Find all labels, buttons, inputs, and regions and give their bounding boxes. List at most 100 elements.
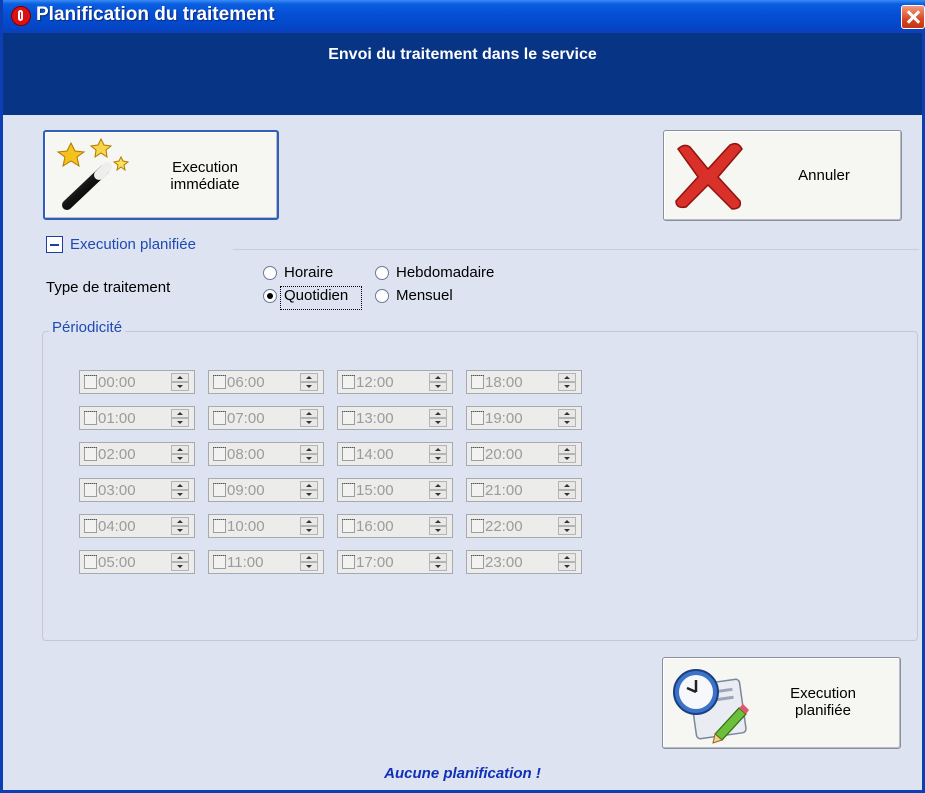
- spin-up-icon[interactable]: [558, 481, 576, 490]
- spin-down-icon[interactable]: [429, 418, 447, 427]
- time-spinner[interactable]: 20:00: [466, 442, 582, 466]
- spin-down-icon[interactable]: [300, 526, 318, 535]
- spin-up-icon[interactable]: [429, 481, 447, 490]
- spin-up-icon[interactable]: [429, 517, 447, 526]
- radio-horaire[interactable]: [263, 266, 277, 280]
- spin-up-icon[interactable]: [300, 553, 318, 562]
- spin-down-icon[interactable]: [300, 382, 318, 391]
- spin-down-icon[interactable]: [171, 418, 189, 427]
- spin-up-icon[interactable]: [171, 373, 189, 382]
- time-spinner[interactable]: 04:00: [79, 514, 195, 538]
- spin-down-icon[interactable]: [300, 490, 318, 499]
- time-spinner[interactable]: 08:00: [208, 442, 324, 466]
- time-spinner[interactable]: 02:00: [79, 442, 195, 466]
- time-spinner[interactable]: 15:00: [337, 478, 453, 502]
- title-bar[interactable]: Planification du traitement: [3, 0, 925, 33]
- time-checkbox[interactable]: [471, 411, 484, 425]
- spin-down-icon[interactable]: [300, 418, 318, 427]
- time-spinner[interactable]: 03:00: [79, 478, 195, 502]
- spin-up-icon[interactable]: [300, 481, 318, 490]
- spin-up-icon[interactable]: [171, 553, 189, 562]
- spin-down-icon[interactable]: [429, 526, 447, 535]
- time-checkbox[interactable]: [84, 411, 97, 425]
- time-spinner[interactable]: 17:00: [337, 550, 453, 574]
- time-spinner[interactable]: 18:00: [466, 370, 582, 394]
- time-spinner[interactable]: 13:00: [337, 406, 453, 430]
- time-checkbox[interactable]: [342, 447, 355, 461]
- time-checkbox[interactable]: [213, 447, 226, 461]
- time-checkbox[interactable]: [213, 411, 226, 425]
- close-button[interactable]: [901, 5, 925, 29]
- time-checkbox[interactable]: [84, 555, 97, 569]
- spin-up-icon[interactable]: [171, 445, 189, 454]
- spin-down-icon[interactable]: [429, 562, 447, 571]
- time-checkbox[interactable]: [213, 555, 226, 569]
- time-checkbox[interactable]: [342, 483, 355, 497]
- time-checkbox[interactable]: [342, 555, 355, 569]
- spin-up-icon[interactable]: [429, 409, 447, 418]
- collapse-toggle[interactable]: [46, 236, 63, 253]
- time-spinner[interactable]: 23:00: [466, 550, 582, 574]
- time-checkbox[interactable]: [342, 519, 355, 533]
- radio-quotidien[interactable]: [263, 289, 277, 303]
- spin-up-icon[interactable]: [558, 445, 576, 454]
- cancel-button[interactable]: Annuler: [663, 130, 902, 221]
- spin-up-icon[interactable]: [558, 373, 576, 382]
- time-checkbox[interactable]: [84, 519, 97, 533]
- spin-down-icon[interactable]: [558, 526, 576, 535]
- spin-down-icon[interactable]: [558, 454, 576, 463]
- spin-down-icon[interactable]: [171, 490, 189, 499]
- spin-down-icon[interactable]: [300, 562, 318, 571]
- time-checkbox[interactable]: [84, 375, 97, 389]
- spin-down-icon[interactable]: [300, 454, 318, 463]
- spin-down-icon[interactable]: [558, 490, 576, 499]
- time-checkbox[interactable]: [342, 375, 355, 389]
- spin-down-icon[interactable]: [429, 382, 447, 391]
- time-checkbox[interactable]: [342, 411, 355, 425]
- execute-now-button[interactable]: Execution immédiate: [43, 130, 279, 220]
- time-spinner[interactable]: 16:00: [337, 514, 453, 538]
- spin-up-icon[interactable]: [558, 517, 576, 526]
- spin-down-icon[interactable]: [171, 382, 189, 391]
- time-spinner[interactable]: 09:00: [208, 478, 324, 502]
- spin-down-icon[interactable]: [429, 454, 447, 463]
- time-spinner[interactable]: 21:00: [466, 478, 582, 502]
- radio-hebdomadaire[interactable]: [375, 266, 389, 280]
- spin-up-icon[interactable]: [429, 373, 447, 382]
- time-spinner[interactable]: 01:00: [79, 406, 195, 430]
- spin-up-icon[interactable]: [300, 445, 318, 454]
- spin-up-icon[interactable]: [558, 409, 576, 418]
- spin-down-icon[interactable]: [429, 490, 447, 499]
- time-spinner[interactable]: 06:00: [208, 370, 324, 394]
- time-spinner[interactable]: 11:00: [208, 550, 324, 574]
- execute-scheduled-button[interactable]: Execution planifiée: [662, 657, 901, 749]
- spin-down-icon[interactable]: [558, 418, 576, 427]
- time-spinner[interactable]: 00:00: [79, 370, 195, 394]
- spin-up-icon[interactable]: [558, 553, 576, 562]
- time-spinner[interactable]: 07:00: [208, 406, 324, 430]
- time-spinner[interactable]: 14:00: [337, 442, 453, 466]
- spin-up-icon[interactable]: [171, 517, 189, 526]
- time-checkbox[interactable]: [84, 447, 97, 461]
- spin-down-icon[interactable]: [558, 562, 576, 571]
- spin-down-icon[interactable]: [171, 562, 189, 571]
- time-checkbox[interactable]: [213, 375, 226, 389]
- time-spinner[interactable]: 19:00: [466, 406, 582, 430]
- time-checkbox[interactable]: [84, 483, 97, 497]
- spin-up-icon[interactable]: [429, 445, 447, 454]
- time-spinner[interactable]: 10:00: [208, 514, 324, 538]
- time-spinner[interactable]: 22:00: [466, 514, 582, 538]
- time-checkbox[interactable]: [471, 447, 484, 461]
- time-checkbox[interactable]: [471, 483, 484, 497]
- time-spinner[interactable]: 12:00: [337, 370, 453, 394]
- spin-down-icon[interactable]: [171, 526, 189, 535]
- spin-up-icon[interactable]: [171, 481, 189, 490]
- spin-up-icon[interactable]: [300, 517, 318, 526]
- spin-up-icon[interactable]: [171, 409, 189, 418]
- time-checkbox[interactable]: [471, 519, 484, 533]
- spin-up-icon[interactable]: [300, 373, 318, 382]
- time-checkbox[interactable]: [213, 483, 226, 497]
- radio-mensuel[interactable]: [375, 289, 389, 303]
- time-checkbox[interactable]: [471, 555, 484, 569]
- spin-down-icon[interactable]: [171, 454, 189, 463]
